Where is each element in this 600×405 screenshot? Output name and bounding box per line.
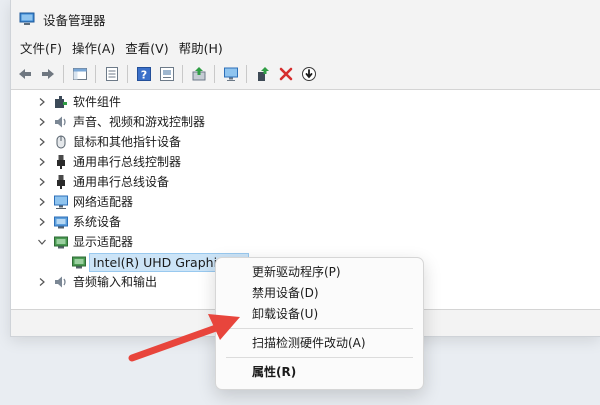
tree-item[interactable]: 声音、视频和游戏控制器 (11, 112, 600, 132)
toolbar-separator (182, 65, 183, 83)
system-device-icon (54, 216, 68, 229)
properties-sheet-icon (105, 67, 118, 81)
update-driver-icon (192, 67, 205, 81)
scan-hardware-button[interactable] (220, 63, 242, 85)
tree-item-expanded[interactable]: 显示适配器 (11, 232, 600, 252)
show-hide-tree-button[interactable] (69, 63, 91, 85)
device-view-icon (159, 67, 174, 81)
tree-item-label: 软件组件 (73, 95, 122, 109)
tree-item-label: 鼠标和其他指针设备 (73, 135, 182, 149)
menu-view[interactable]: 查看(V) (120, 38, 173, 60)
chevron-right-icon[interactable] (37, 197, 47, 207)
display-adapter-icon (54, 236, 68, 249)
svg-text:?: ? (140, 69, 146, 82)
toolbar-separator (95, 65, 96, 83)
properties-sheet-button[interactable] (101, 63, 123, 85)
context-menu-separator (226, 357, 413, 358)
scan-hardware-icon (223, 67, 238, 81)
add-driver-button[interactable] (252, 63, 274, 85)
tree-item[interactable]: 网络适配器 (11, 192, 600, 212)
update-driver-button[interactable] (188, 63, 210, 85)
tree-item-label: 通用串行总线设备 (73, 175, 170, 189)
forward-icon (41, 69, 54, 79)
chevron-down-icon[interactable] (37, 237, 47, 247)
context-menu-update-driver[interactable]: 更新驱动程序(P) (220, 262, 419, 282)
help-button[interactable]: ? (133, 63, 155, 85)
add-driver-icon (257, 67, 269, 81)
puzzle-icon (55, 96, 67, 108)
download-button[interactable] (298, 63, 320, 85)
usb-icon (57, 155, 65, 169)
display-adapter-icon (72, 256, 86, 269)
red-arrow-annotation (128, 314, 240, 362)
tree-item[interactable]: 鼠标和其他指针设备 (11, 132, 600, 152)
device-view-button[interactable] (156, 63, 178, 85)
tree-item-label: 通用串行总线控制器 (73, 155, 182, 169)
back-icon (18, 69, 31, 79)
tree-item-label: 网络适配器 (73, 195, 134, 209)
chevron-right-icon[interactable] (37, 97, 47, 107)
toolbar-separator (127, 65, 128, 83)
toolbar-separator (246, 65, 247, 83)
tree-item-label: 声音、视频和游戏控制器 (73, 115, 206, 129)
tree-item[interactable]: 系统设备 (11, 212, 600, 232)
toolbar-separator (214, 65, 215, 83)
monitor-network-icon (54, 195, 68, 209)
menu-action[interactable]: 操作(A) (67, 38, 120, 60)
help-icon: ? (136, 67, 151, 82)
chevron-right-icon[interactable] (37, 177, 47, 187)
uninstall-icon (279, 67, 292, 81)
chevron-right-icon[interactable] (37, 137, 47, 147)
menu-help[interactable]: 帮助(H) (174, 38, 228, 60)
tree-item[interactable]: 软件组件 (11, 92, 600, 112)
tree-item-label: 系统设备 (73, 215, 122, 229)
tree-item-label: 显示适配器 (73, 235, 134, 249)
usb-icon (57, 175, 65, 189)
chevron-right-icon[interactable] (37, 217, 47, 227)
device-manager-app-icon (19, 11, 35, 27)
menu-file[interactable]: 文件(F) (15, 38, 67, 60)
show-hide-tree-icon (72, 68, 87, 80)
menu-bar: 文件(F) 操作(A) 查看(V) 帮助(H) (11, 38, 600, 60)
context-menu-separator (226, 328, 413, 329)
uninstall-button[interactable] (275, 63, 297, 85)
chevron-right-icon[interactable] (37, 117, 47, 127)
download-icon (301, 67, 316, 81)
speaker-icon (55, 276, 66, 288)
tree-item-label: 音频输入和输出 (73, 275, 158, 289)
toolbar-separator (63, 65, 64, 83)
title-bar: 设备管理器 (11, 0, 600, 38)
chevron-right-icon[interactable] (37, 157, 47, 167)
back-button[interactable] (14, 63, 36, 85)
chevron-right-icon[interactable] (37, 277, 47, 287)
tree-item[interactable]: 通用串行总线控制器 (11, 152, 600, 172)
forward-button[interactable] (37, 63, 59, 85)
speaker-icon (55, 116, 66, 128)
window-title: 设备管理器 (43, 12, 106, 28)
tree-item[interactable]: 通用串行总线设备 (11, 172, 600, 192)
mouse-icon (56, 135, 66, 149)
toolbar: ? (11, 61, 600, 87)
